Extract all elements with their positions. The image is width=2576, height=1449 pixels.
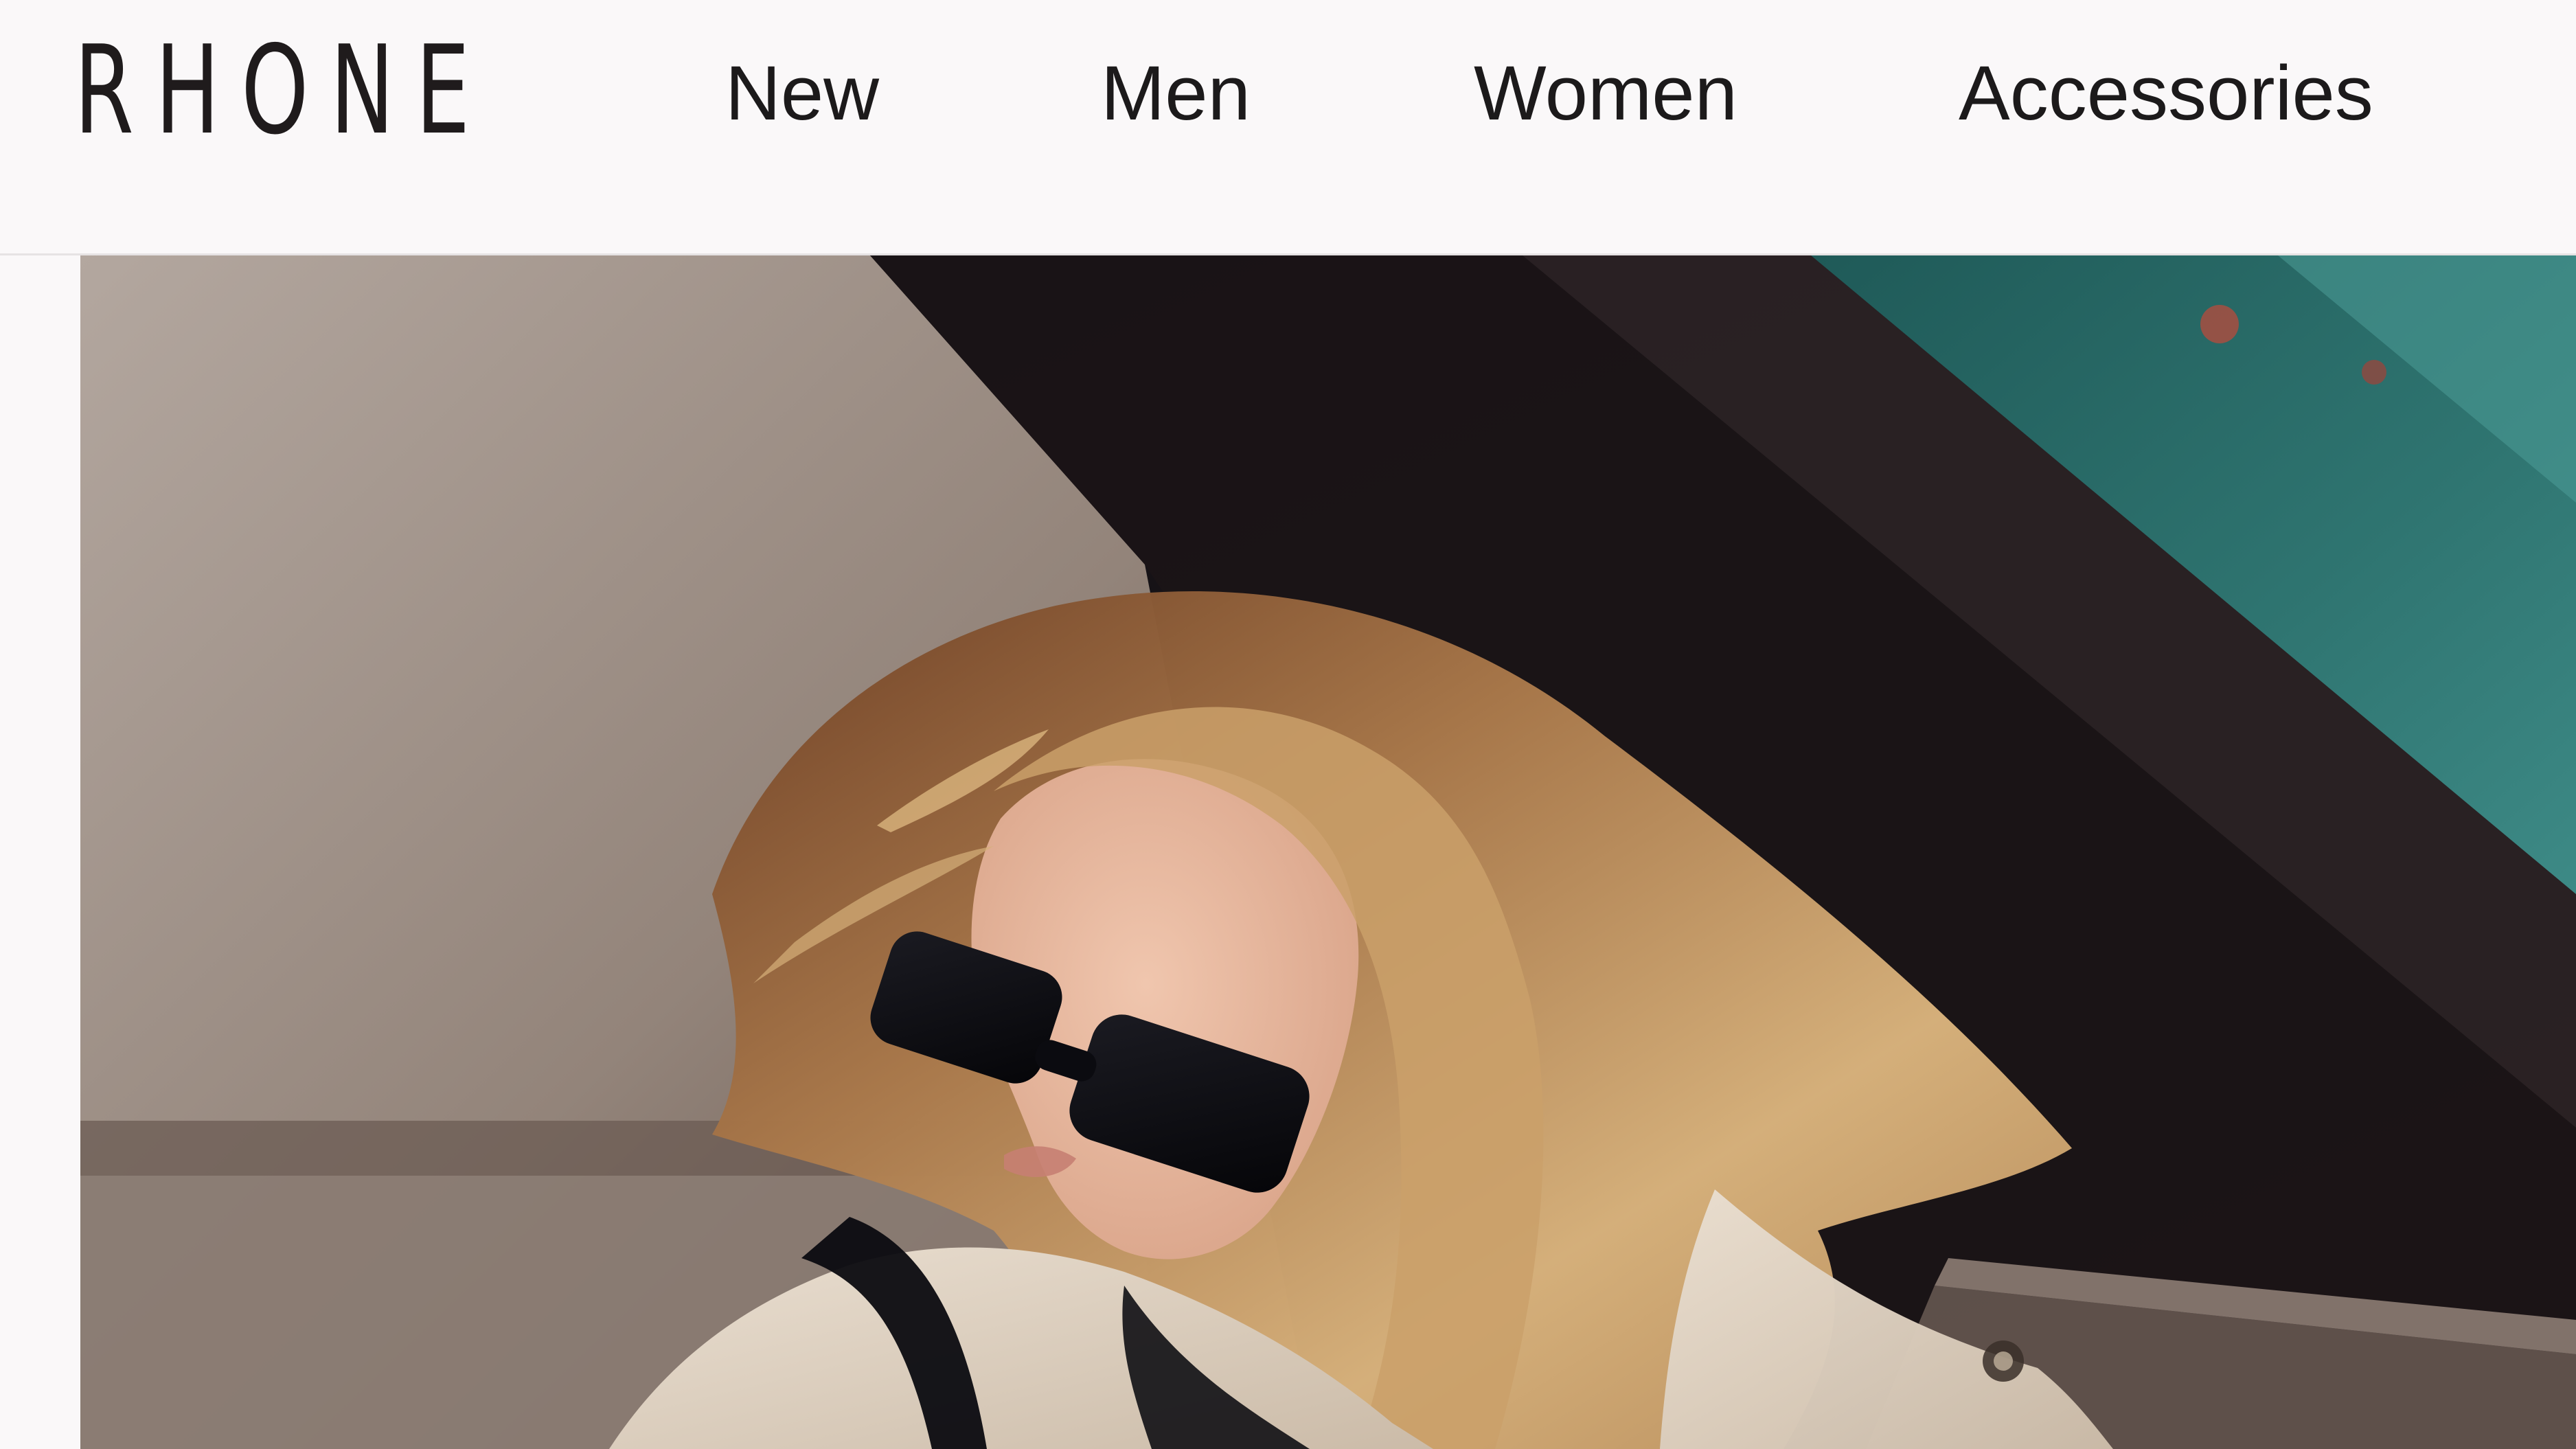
left-gutter [0, 255, 80, 1449]
nav-item-men[interactable]: Men [1101, 41, 1251, 144]
hero-photo-illustration [80, 255, 2576, 1449]
nav-item-accessories[interactable]: Accessories [1959, 41, 2373, 144]
page: RHONE New Men Women Accessories [0, 0, 2576, 1449]
nav-item-new[interactable]: New [725, 41, 879, 144]
nav-item-women[interactable]: Women [1474, 41, 1737, 144]
hero-image[interactable] [80, 255, 2576, 1449]
site-header: RHONE New Men Women Accessories [0, 0, 2576, 255]
main-nav: New Men Women Accessories [0, 41, 2576, 144]
